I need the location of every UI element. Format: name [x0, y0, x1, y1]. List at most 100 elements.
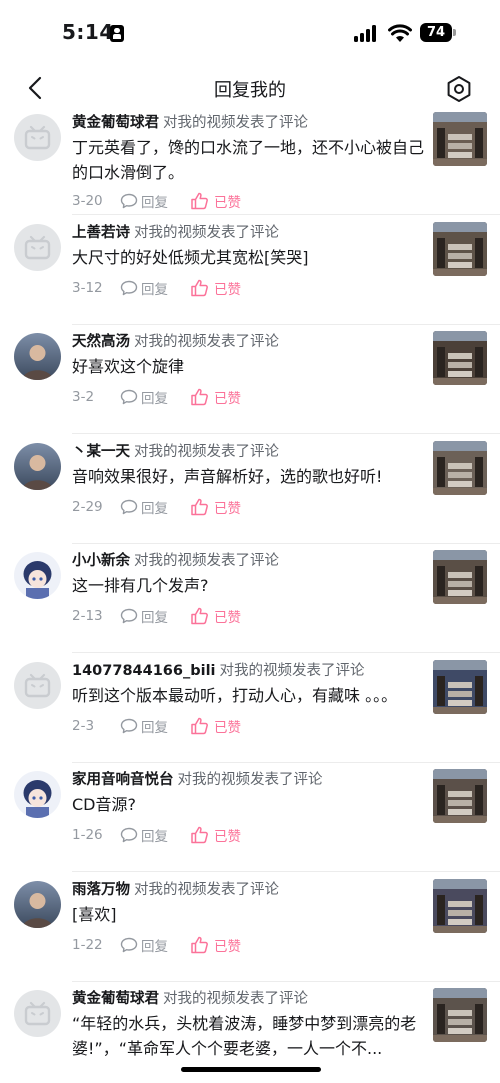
reply-header: 黄金葡萄球君 对我的视频发表了评论	[72, 987, 308, 1008]
list-item[interactable]: 14077844166_bili 对我的视频发表了评论 听到这个版本最动听，打动人心…	[0, 654, 500, 763]
username[interactable]: 黄金葡萄球君	[72, 115, 159, 131]
video-thumbnail[interactable]	[433, 988, 487, 1042]
liked-button[interactable]: 已赞	[190, 497, 241, 517]
video-thumbnail[interactable]	[433, 878, 487, 933]
video-thumbnail[interactable]	[433, 769, 487, 823]
reply-header: 上善若诗 对我的视频发表了评论	[72, 221, 279, 242]
reply-button[interactable]: 回复	[120, 278, 168, 298]
liked-button[interactable]: 已赞	[190, 825, 241, 845]
reply-button[interactable]: 回复	[120, 935, 168, 955]
status-time: 5:14	[62, 20, 114, 44]
liked-button[interactable]: 已赞	[190, 387, 241, 407]
comment-text[interactable]: [喜欢]	[72, 902, 424, 927]
list-item[interactable]: 小小新余 对我的视频发表了评论 这一排有几个发声? 2-13 回复 已赞	[0, 544, 500, 653]
username[interactable]: 丶某一天	[72, 444, 130, 460]
page-title: 回复我的	[214, 80, 286, 101]
avatar[interactable]	[14, 552, 61, 599]
list-item[interactable]: 雨落万物 对我的视频发表了评论 [喜欢] 1-22 回复 已赞	[0, 873, 500, 982]
reply-label: 回复	[141, 391, 168, 407]
reply-label: 回复	[141, 500, 168, 517]
avatar[interactable]	[14, 771, 61, 818]
avatar[interactable]	[14, 880, 61, 928]
comment-text[interactable]: “年轻的水兵，头枕着波涛，睡梦中梦到漂亮的老婆!”，“革命军人个个要老婆，一人一…	[72, 1011, 424, 1061]
reply-header: 丶某一天 对我的视频发表了评论	[72, 440, 279, 461]
focus-mode-icon	[110, 25, 124, 42]
reply-label: 回复	[141, 610, 168, 626]
liked-label: 已赞	[214, 195, 241, 211]
liked-button[interactable]: 已赞	[190, 716, 241, 736]
username[interactable]: 黄金葡萄球君	[72, 991, 159, 1007]
thumbs-up-icon	[190, 192, 214, 210]
reply-label: 回复	[141, 829, 168, 845]
list-item[interactable]: 上善若诗 对我的视频发表了评论 大尺寸的好处低频尤其宽松[笑哭] 3-12 回复 已赞	[0, 216, 500, 325]
liked-label: 已赞	[214, 610, 241, 626]
avatar[interactable]	[14, 333, 61, 380]
settings-icon[interactable]	[444, 74, 474, 104]
reply-icon	[120, 608, 141, 624]
comment-text[interactable]: 这一排有几个发声?	[72, 573, 424, 598]
avatar[interactable]	[14, 114, 61, 161]
reply-button[interactable]: 回复	[120, 387, 168, 407]
reply-label: 回复	[141, 938, 168, 955]
liked-button[interactable]: 已赞	[190, 191, 241, 211]
liked-button[interactable]: 已赞	[190, 935, 241, 955]
battery-icon: 74	[420, 23, 456, 42]
video-thumbnail[interactable]	[433, 440, 487, 495]
list-item[interactable]: 天然高汤 对我的视频发表了评论 好喜欢这个旋律 3-2 回复 已赞	[0, 325, 500, 434]
comment-text[interactable]: CD音源?	[72, 792, 424, 817]
reply-button[interactable]: 回复	[120, 191, 168, 211]
reply-button[interactable]: 回复	[120, 497, 168, 517]
meta-row: 2-3 回复 已赞	[72, 715, 241, 737]
reply-button[interactable]: 回复	[120, 825, 168, 845]
avatar[interactable]	[14, 223, 61, 271]
avatar[interactable]	[14, 442, 61, 490]
comment-text[interactable]: 大尺寸的好处低频尤其宽松[笑哭]	[72, 245, 424, 270]
reply-label: 回复	[141, 195, 168, 211]
comment-text[interactable]: 听到这个版本最动听，打动人心，有藏味 。。。	[72, 683, 424, 708]
action-text: 对我的视频发表了评论	[134, 334, 279, 350]
cellular-signal-icon	[354, 24, 380, 42]
nav-bar: 回复我的	[0, 64, 500, 112]
liked-label: 已赞	[214, 938, 241, 955]
liked-label: 已赞	[214, 281, 241, 298]
reply-button[interactable]: 回复	[120, 606, 168, 626]
username[interactable]: 天然高汤	[72, 334, 130, 350]
reply-date: 1-26	[72, 827, 103, 843]
liked-button[interactable]: 已赞	[190, 606, 241, 626]
list-item[interactable]: 黄金葡萄球君 对我的视频发表了评论 丁元英看了，馋的口水流了一地，还不小心被自己的口…	[0, 106, 500, 215]
comment-text[interactable]: 音响效果很好，声音解析好，选的歌也好听!	[72, 464, 424, 489]
battery-level: 74	[420, 23, 452, 42]
action-text: 对我的视频发表了评论	[134, 553, 279, 569]
meta-row: 2-13 回复 已赞	[72, 605, 241, 627]
thumbs-up-icon	[190, 936, 214, 954]
avatar[interactable]	[14, 990, 61, 1037]
username[interactable]: 上善若诗	[72, 225, 130, 241]
username[interactable]: 家用音响音悦台	[72, 772, 174, 788]
video-thumbnail[interactable]	[433, 659, 487, 714]
reply-icon	[120, 937, 141, 953]
username[interactable]: 雨落万物	[72, 882, 130, 898]
comment-text[interactable]: 好喜欢这个旋律	[72, 354, 424, 379]
reply-button[interactable]: 回复	[120, 716, 168, 736]
video-thumbnail[interactable]	[433, 221, 487, 276]
video-thumbnail[interactable]	[433, 550, 487, 604]
reply-icon	[120, 280, 141, 296]
reply-icon	[120, 193, 141, 209]
video-thumbnail[interactable]	[433, 331, 487, 385]
liked-label: 已赞	[214, 391, 241, 407]
list-item[interactable]: 家用音响音悦台 对我的视频发表了评论 CD音源? 1-26 回复 已赞	[0, 763, 500, 872]
avatar[interactable]	[14, 661, 61, 709]
home-indicator	[181, 1067, 321, 1072]
comment-text[interactable]: 丁元英看了，馋的口水流了一地，还不小心被自己的口水滑倒了。	[72, 135, 424, 185]
meta-row: 1-22 回复 已赞	[72, 934, 241, 956]
meta-row: 1-26 回复 已赞	[72, 824, 241, 846]
username[interactable]: 小小新余	[72, 553, 130, 569]
liked-button[interactable]: 已赞	[190, 278, 241, 298]
action-text: 对我的视频发表了评论	[134, 881, 279, 898]
username[interactable]: 14077844166_bili	[72, 663, 216, 679]
action-text: 对我的视频发表了评论	[177, 772, 323, 788]
thumbs-up-icon	[190, 607, 214, 625]
list-item[interactable]: 丶某一天 对我的视频发表了评论 音响效果很好，声音解析好，选的歌也好听! 2-29 回复…	[0, 435, 500, 544]
liked-label: 已赞	[214, 719, 241, 736]
video-thumbnail[interactable]	[433, 112, 487, 166]
